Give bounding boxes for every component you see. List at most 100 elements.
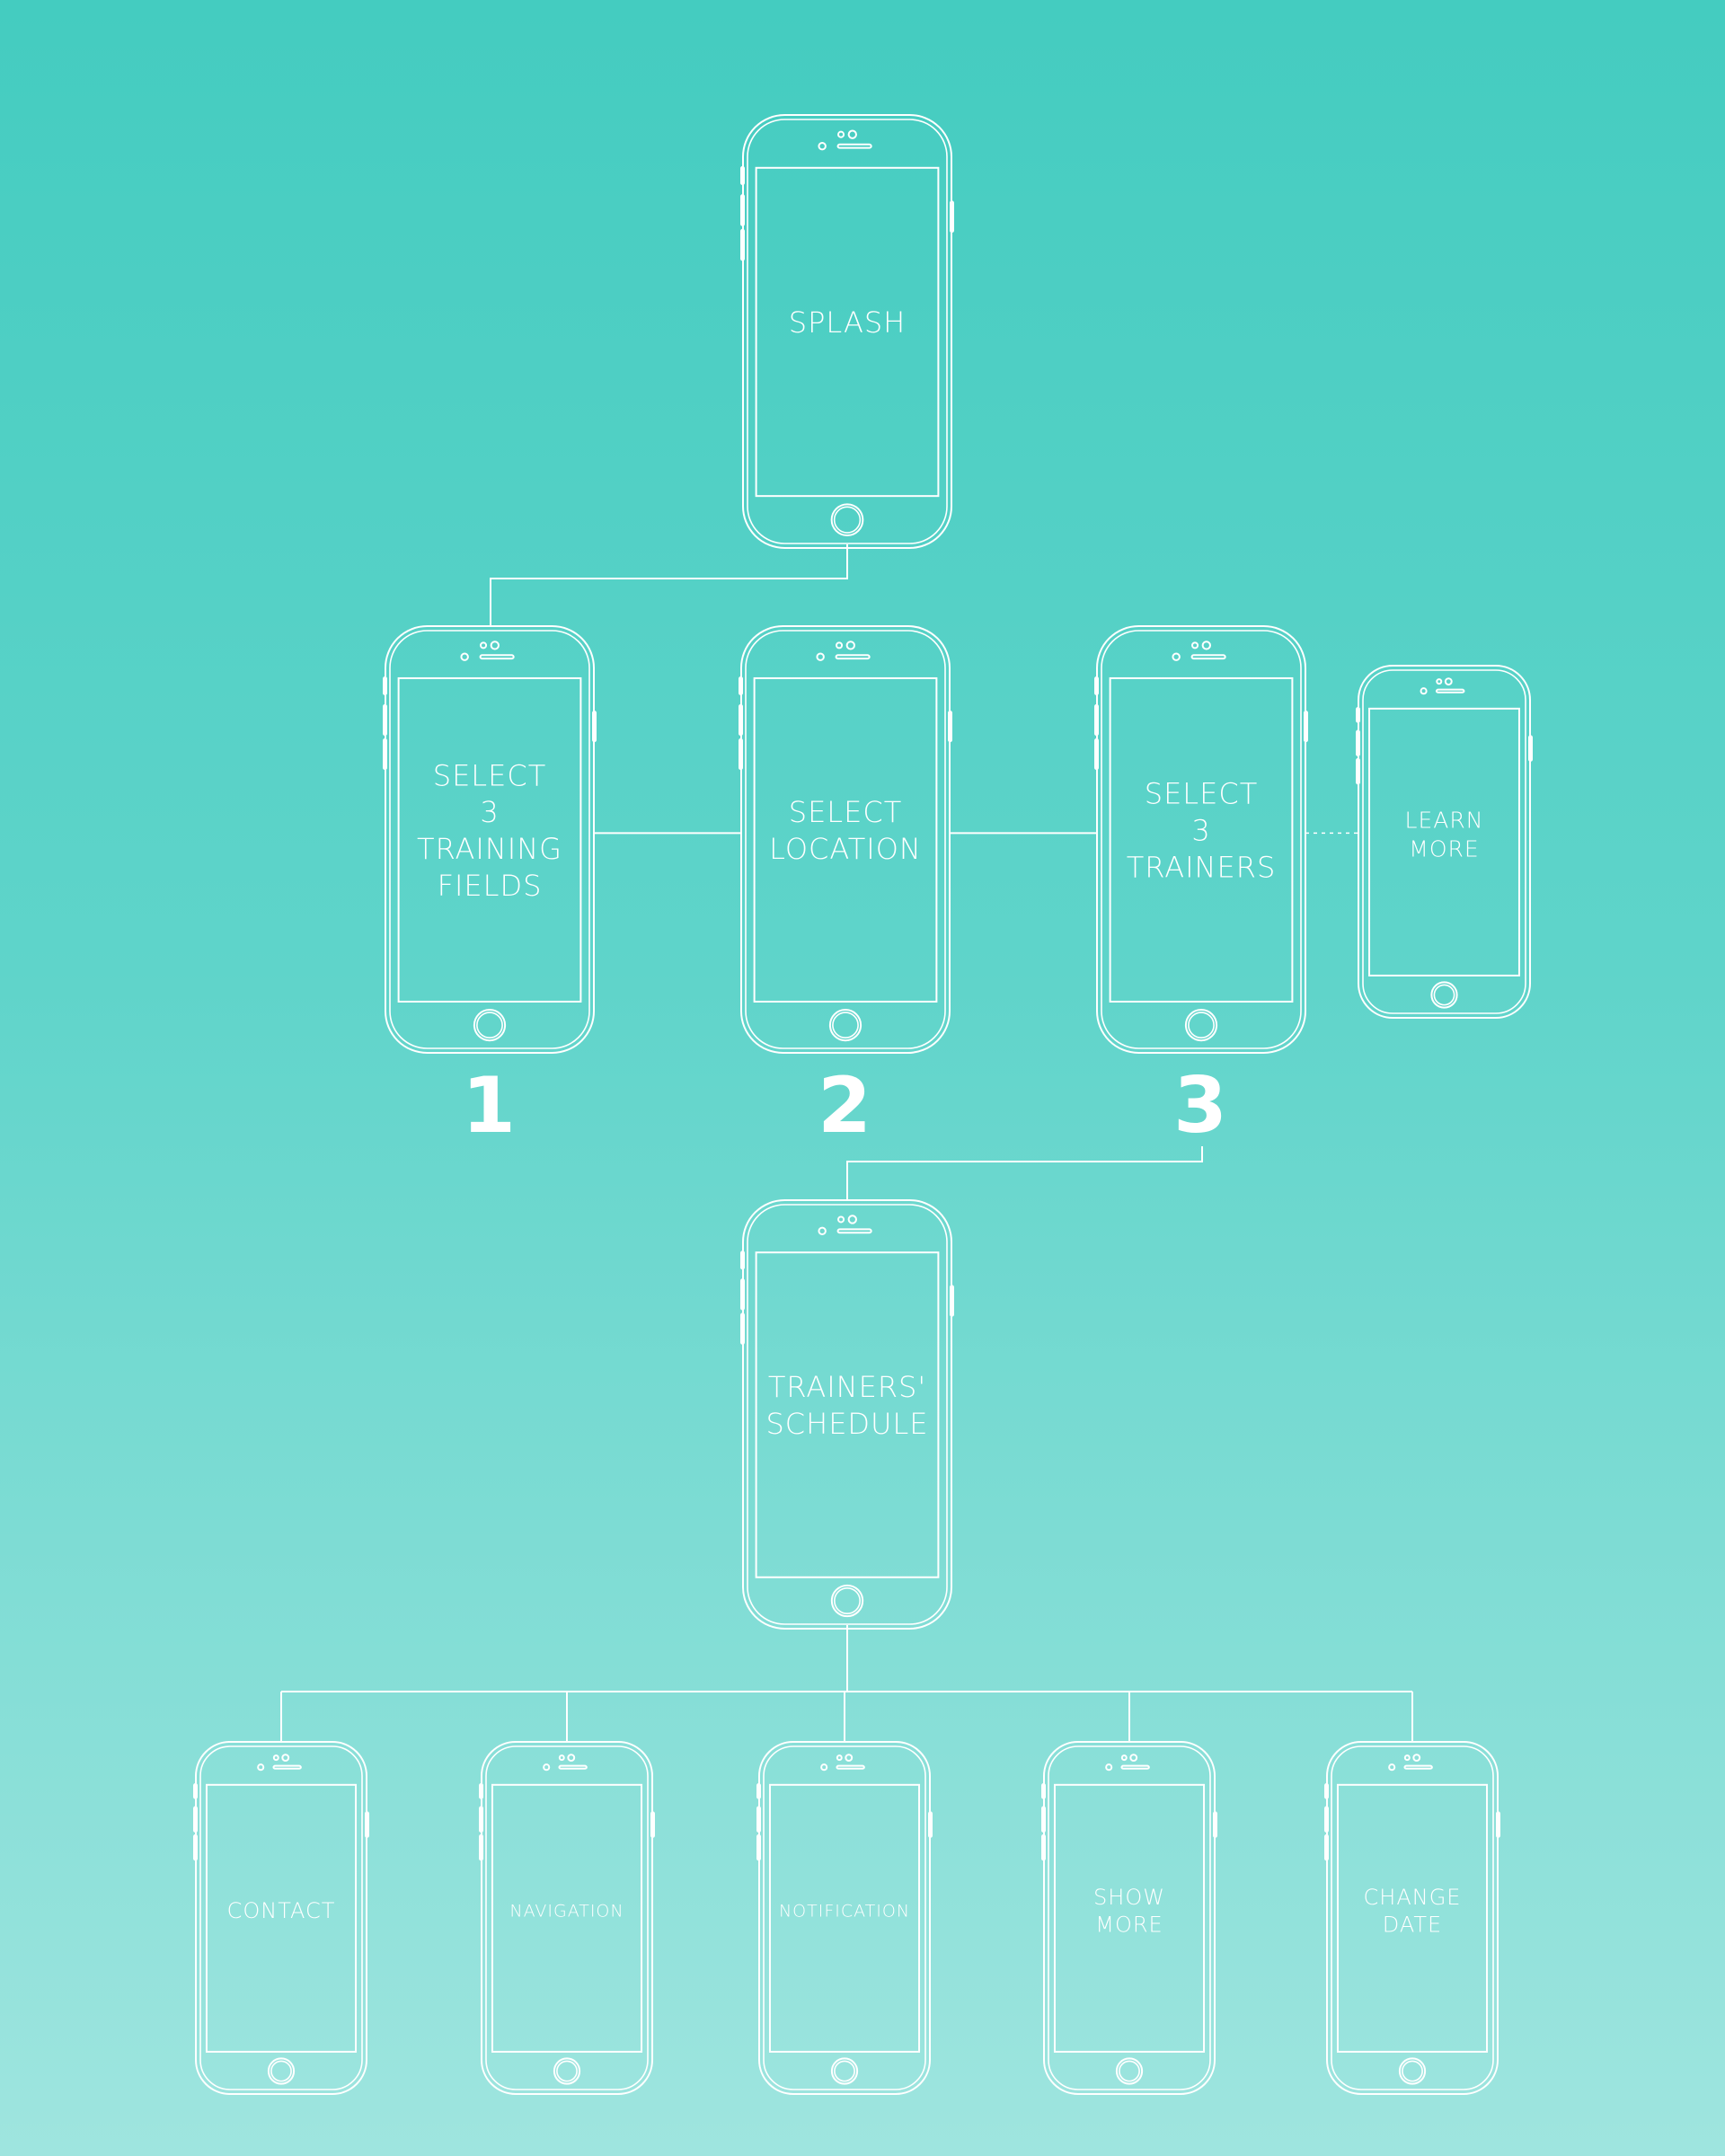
home-button-icon (830, 2057, 859, 2085)
front-camera-icon (1105, 1763, 1113, 1772)
home-button-icon (830, 1584, 864, 1618)
home-button-icon (267, 2057, 296, 2085)
home-button-ring (832, 1012, 859, 1039)
screen-label: CHANGE DATE (1364, 1885, 1462, 1938)
connector-splash-to-select-training-fields (490, 544, 848, 626)
speaker-icon (272, 1764, 302, 1770)
phone-select-training-fields[interactable]: SELECT 3 TRAINING FIELDS (383, 625, 597, 1054)
speaker-icon (558, 1764, 588, 1770)
home-button-icon (473, 1009, 507, 1042)
sensor-icon (836, 641, 844, 649)
sensor-icon (558, 1754, 565, 1762)
screen-label-line: TRAINING (417, 832, 562, 866)
screen-label: SELECT LOCATION (769, 795, 922, 866)
screen-label-line: MORE (1095, 1912, 1163, 1937)
sensor-icon (1444, 677, 1453, 686)
sensor-icon (1403, 1754, 1411, 1762)
sensor-icon (1412, 1754, 1421, 1763)
sensor-icon (845, 641, 855, 650)
phone-select-location[interactable]: SELECT LOCATION (739, 625, 952, 1054)
speaker-icon (479, 654, 515, 660)
speaker-icon (1190, 654, 1226, 660)
connector-select-trainers-to-trainers-schedule (846, 1146, 1203, 1200)
screen-label-line: SELECT (433, 758, 546, 792)
home-button-icon (553, 2057, 581, 2085)
home-button-icon (1430, 981, 1458, 1009)
screen-label-line: 3 (1191, 814, 1210, 848)
screen-label: LEARN MORE (1405, 807, 1484, 862)
sensor-icon (281, 1754, 290, 1763)
home-button-icon (1398, 2057, 1427, 2085)
sensor-icon (837, 130, 845, 138)
speaker-icon (835, 654, 871, 660)
screen-label-line: MORE (1409, 835, 1479, 862)
phone-splash[interactable]: SPLASH (740, 114, 954, 549)
screen-label-line: NOTIFICATION (779, 1901, 910, 1921)
sensor-icon (567, 1754, 576, 1763)
sensor-icon (845, 1754, 854, 1763)
front-camera-icon (816, 652, 825, 661)
phone-contact[interactable]: CONTACT (193, 1741, 369, 2095)
phone-navigation[interactable]: NAVIGATION (479, 1741, 655, 2095)
screen-label-line: SELECT (789, 795, 902, 829)
screen-label-line: CONTACT (227, 1898, 336, 1923)
screen-label: SPLASH (789, 305, 906, 340)
sensor-icon (847, 1215, 857, 1224)
home-button-ring (1119, 2060, 1140, 2082)
sensor-icon (836, 1754, 843, 1762)
sensor-icon (1120, 1754, 1128, 1762)
home-button-icon (830, 503, 864, 537)
home-button-ring (1188, 1012, 1215, 1039)
phone-change-date[interactable]: CHANGE DATE (1324, 1741, 1500, 2095)
home-button-ring (834, 1587, 861, 1614)
home-button-icon (828, 1009, 862, 1042)
screen-label: NOTIFICATION (779, 1901, 910, 1921)
home-button-ring (476, 1012, 503, 1039)
home-button-icon (1115, 2057, 1144, 2085)
screen-label-line: LOCATION (769, 832, 922, 866)
screen-label-line: SCHEDULE (765, 1407, 928, 1441)
phone-learn-more[interactable]: LEARN MORE (1356, 665, 1533, 1019)
front-camera-icon (1172, 652, 1181, 661)
sensor-icon (490, 641, 500, 650)
sensor-icon (837, 1215, 845, 1224)
front-camera-icon (820, 1763, 828, 1772)
front-camera-icon (460, 652, 469, 661)
screen-label-line: NAVIGATION (509, 1901, 624, 1921)
home-button-ring (833, 506, 862, 534)
phone-trainers-schedule[interactable]: TRAINERS' SCHEDULE (740, 1199, 954, 1630)
front-camera-icon (818, 141, 827, 151)
screen-label: SHOW MORE (1093, 1885, 1165, 1938)
screen-label-line: SPLASH (789, 305, 906, 340)
home-button-ring (556, 2060, 578, 2082)
sensor-icon (1129, 1754, 1138, 1763)
screen-label: SELECT 3 TRAINING FIELDS (417, 758, 562, 903)
sensor-icon (1201, 641, 1211, 650)
screen-label: NAVIGATION (509, 1901, 624, 1921)
step-number-3: 3 (1173, 1061, 1227, 1151)
front-camera-icon (543, 1763, 551, 1772)
home-button-ring (1402, 2060, 1423, 2082)
home-button-icon (1184, 1009, 1218, 1042)
screen-label: CONTACT (227, 1898, 336, 1923)
front-camera-icon (257, 1763, 265, 1772)
screen-label: TRAINERS' SCHEDULE (765, 1370, 928, 1441)
screen-label-line: SELECT (1145, 777, 1258, 811)
screen-label-line: TRAINERS' (768, 1370, 926, 1404)
sensor-icon (1436, 678, 1443, 685)
screen-label-line: FIELDS (438, 869, 543, 903)
sensor-icon (272, 1754, 279, 1762)
phone-select-trainers[interactable]: SELECT 3 TRAINERS (1094, 625, 1308, 1054)
speaker-icon (1120, 1764, 1150, 1770)
screen-label-line: 3 (480, 795, 499, 829)
speaker-icon (1435, 688, 1465, 694)
speaker-icon (836, 1228, 872, 1234)
sensor-icon (480, 641, 488, 649)
phone-show-more[interactable]: SHOW MORE (1041, 1741, 1217, 2095)
phone-notification[interactable]: NOTIFICATION (756, 1741, 933, 2095)
home-button-ring (834, 2060, 855, 2082)
step-numbers: 1 2 3 (462, 1061, 1227, 1151)
home-button-ring (1433, 984, 1455, 1006)
screen-label-line: DATE (1383, 1912, 1442, 1937)
screen-label-line: SHOW (1093, 1885, 1165, 1910)
